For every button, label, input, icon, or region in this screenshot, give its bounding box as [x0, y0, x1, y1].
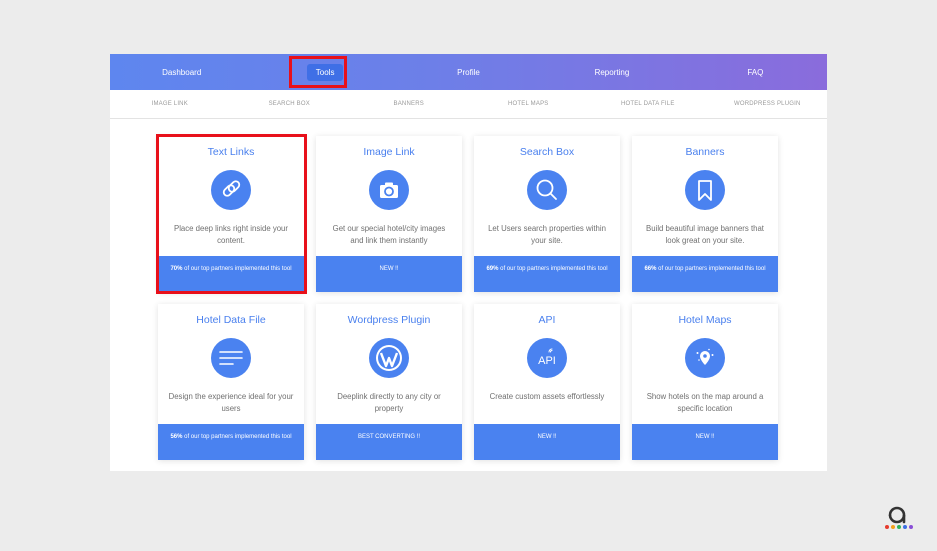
footer-text: NEW !!	[379, 266, 399, 272]
footer-text: of our top partners implemented this too…	[182, 434, 292, 440]
card-title: Image Link	[363, 146, 415, 158]
api-icon: API	[527, 338, 567, 378]
bookmark-icon	[685, 170, 725, 210]
card-title: Hotel Maps	[678, 314, 732, 326]
subnav-hotel-data-file[interactable]: HOTEL DATA FILE	[588, 101, 708, 107]
wordpress-icon	[369, 338, 409, 378]
tool-card-api[interactable]: API API Create custom assets effortlessl…	[474, 304, 620, 460]
nav-tools-label: Tools	[306, 63, 344, 81]
footer-text: NEW !!	[695, 434, 715, 440]
map-pin-icon	[685, 338, 725, 378]
tool-card-hotel-maps[interactable]: Hotel Maps Show hotels on the map around…	[632, 304, 778, 460]
card-description: Place deep links right inside your conte…	[174, 224, 288, 245]
nav-dashboard-label: Dashboard	[162, 67, 202, 77]
subnav-search-box[interactable]: SEARCH BOX	[230, 101, 350, 107]
card-description: Get our special hotel/city images and li…	[332, 224, 446, 245]
chain-link-icon	[211, 170, 251, 210]
card-footer: 69% of our top partners implemented this…	[474, 256, 620, 292]
subnav-image-link[interactable]: IMAGE LINK	[110, 101, 230, 107]
nav-dashboard[interactable]: Dashboard	[110, 68, 253, 77]
tool-card-hotel-data-file[interactable]: Hotel Data File Design the experience id…	[158, 304, 304, 460]
card-description: Design the experience ideal for your use…	[168, 392, 294, 413]
magnifier-icon	[527, 170, 567, 210]
lines-icon	[211, 338, 251, 378]
card-footer: BEST CONVERTING !!	[316, 424, 462, 460]
card-footer: 56% of our top partners implemented this…	[158, 424, 304, 460]
camera-icon	[369, 170, 409, 210]
card-title: API	[538, 314, 556, 326]
card-description: Show hotels on the map around a specific…	[646, 392, 764, 413]
tool-card-wordpress-plugin[interactable]: Wordpress Plugin Deeplink directly to an…	[316, 304, 462, 460]
tool-card-search-box[interactable]: Search Box Let Users search properties w…	[474, 136, 620, 292]
footer-percent: 69%	[486, 266, 499, 272]
footer-text: NEW !!	[537, 434, 557, 440]
top-navigation: Dashboard Tools Profile Reporting FAQ	[110, 54, 827, 90]
card-description: Let Users search properties within your …	[488, 224, 606, 245]
card-description: Create custom assets effortlessly	[489, 392, 605, 401]
footer-text: BEST CONVERTING !!	[357, 434, 421, 440]
nav-faq-label: FAQ	[747, 67, 764, 77]
card-title: Text Links	[207, 146, 255, 158]
footer-percent: 66%	[644, 266, 657, 272]
tools-page: Dashboard Tools Profile Reporting FAQ IM…	[110, 54, 827, 471]
nav-reporting-label: Reporting	[594, 67, 630, 77]
tool-card-text-links[interactable]: Text Links Place deep links right inside…	[158, 136, 304, 292]
card-footer: 70% of our top partners implemented this…	[158, 256, 304, 292]
nav-profile[interactable]: Profile	[397, 68, 540, 77]
nav-reporting[interactable]: Reporting	[540, 68, 683, 77]
tools-grid: Text Links Place deep links right inside…	[158, 136, 780, 466]
card-description: Build beautiful image banners that look …	[646, 224, 764, 245]
nav-profile-label: Profile	[457, 67, 480, 77]
nav-faq[interactable]: FAQ	[684, 68, 827, 77]
card-description: Deeplink directly to any city or propert…	[337, 392, 441, 413]
api-icon-text: API	[538, 355, 556, 367]
footer-text: of our top partners implemented this too…	[498, 266, 608, 272]
card-title: Banners	[685, 146, 725, 158]
card-footer: 66% of our top partners implemented this…	[632, 256, 778, 292]
footer-percent: 56%	[170, 434, 183, 440]
tools-sub-navigation: IMAGE LINK SEARCH BOX BANNERS HOTEL MAPS…	[110, 90, 827, 119]
subnav-banners[interactable]: BANNERS	[349, 101, 469, 107]
card-footer: NEW !!	[316, 256, 462, 292]
nav-tools[interactable]: Tools	[253, 63, 396, 81]
card-title: Wordpress Plugin	[347, 314, 431, 326]
footer-text: of our top partners implemented this too…	[656, 266, 766, 272]
footer-text: of our top partners implemented this too…	[182, 266, 292, 272]
card-title: Search Box	[519, 146, 575, 158]
subnav-hotel-maps[interactable]: HOTEL MAPS	[469, 101, 589, 107]
footer-percent: 70%	[170, 266, 183, 272]
brand-logo-icon	[883, 496, 913, 530]
tool-card-banners[interactable]: Banners Build beautiful image banners th…	[632, 136, 778, 292]
subnav-wordpress-plugin[interactable]: WORDPRESS PLUGIN	[708, 101, 828, 107]
tool-card-image-link[interactable]: Image Link Get our special hotel/city im…	[316, 136, 462, 292]
card-footer: NEW !!	[474, 424, 620, 460]
card-footer: NEW !!	[632, 424, 778, 460]
card-title: Hotel Data File	[196, 314, 266, 326]
